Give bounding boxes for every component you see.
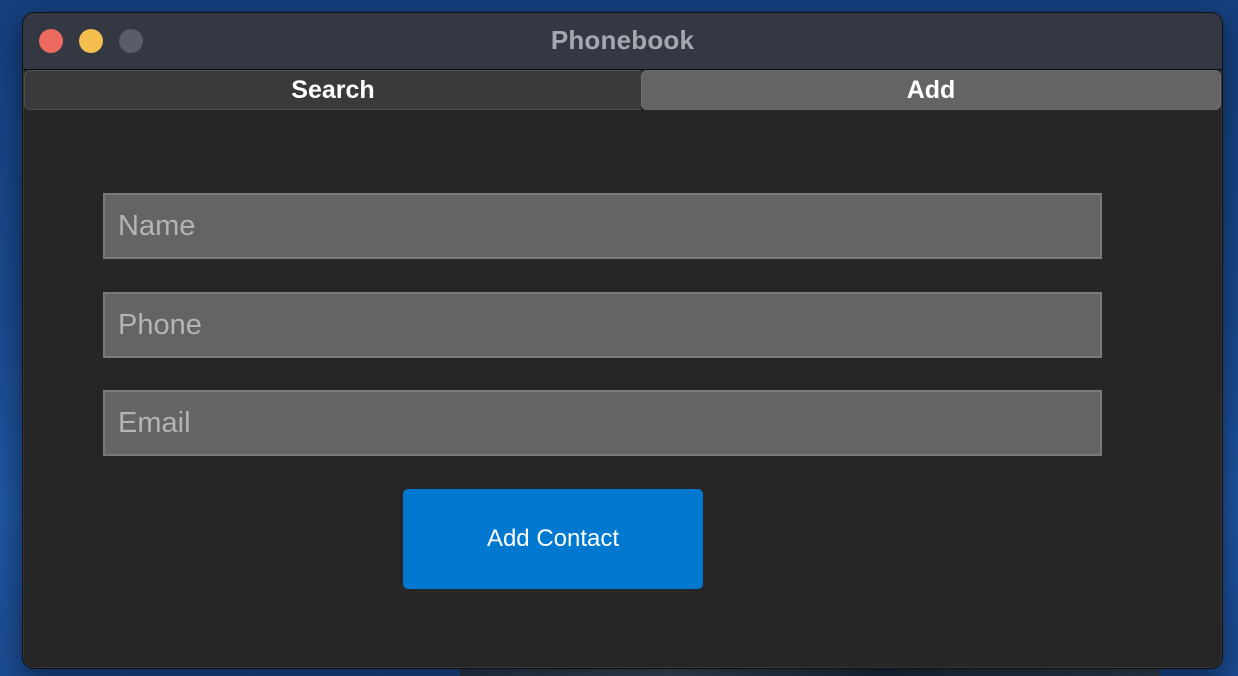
- tab-add[interactable]: Add: [641, 70, 1221, 110]
- tab-search[interactable]: Search: [24, 70, 641, 110]
- name-input[interactable]: [103, 193, 1102, 259]
- add-contact-button[interactable]: Add Contact: [403, 489, 703, 589]
- email-input[interactable]: [103, 390, 1102, 456]
- title-bar[interactable]: Phonebook: [23, 13, 1222, 70]
- phonebook-window: Phonebook Search Add Add Contact: [22, 12, 1223, 669]
- window-title: Phonebook: [550, 25, 695, 55]
- phone-input[interactable]: [103, 292, 1102, 358]
- tab-bar: Search Add: [23, 70, 1222, 112]
